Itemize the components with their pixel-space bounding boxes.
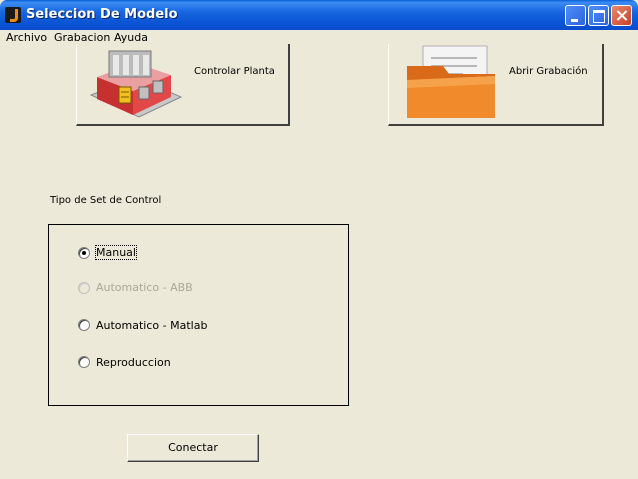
radio-reproduccion-label[interactable]: Reproduccion xyxy=(96,356,171,369)
factory-icon xyxy=(89,50,183,118)
menu-grabacion[interactable]: Grabacion xyxy=(54,31,110,44)
radio-reproduccion[interactable] xyxy=(78,356,90,368)
radio-manual[interactable] xyxy=(78,247,90,259)
radio-automatico-matlab-label[interactable]: Automatico - Matlab xyxy=(96,319,207,332)
title-bar: Seleccion De Modelo xyxy=(0,0,638,30)
connect-button[interactable]: Conectar xyxy=(127,434,259,462)
folder-icon xyxy=(407,45,495,118)
control-plant-button[interactable]: Controlar Planta xyxy=(76,44,290,126)
minimize-button[interactable] xyxy=(565,5,586,26)
open-recording-label: Abrir Grabación xyxy=(509,66,588,77)
radio-automatico-abb-label: Automatico - ABB xyxy=(96,281,193,294)
control-plant-label: Controlar Planta xyxy=(194,66,275,77)
control-type-panel xyxy=(48,224,349,406)
menu-ayuda[interactable]: Ayuda xyxy=(114,31,148,44)
maximize-button[interactable] xyxy=(588,5,609,26)
radio-manual-label[interactable]: Manual xyxy=(95,245,137,260)
open-recording-button[interactable]: Abrir Grabación xyxy=(388,44,604,126)
radio-automatico-matlab[interactable] xyxy=(78,319,90,331)
radio-automatico-abb xyxy=(78,282,90,294)
matlab-app-icon[interactable] xyxy=(5,7,21,23)
menu-archivo[interactable]: Archivo xyxy=(6,31,47,44)
close-button[interactable] xyxy=(611,5,632,26)
window-title: Seleccion De Modelo xyxy=(26,7,178,22)
control-type-title: Tipo de Set de Control xyxy=(50,195,162,206)
